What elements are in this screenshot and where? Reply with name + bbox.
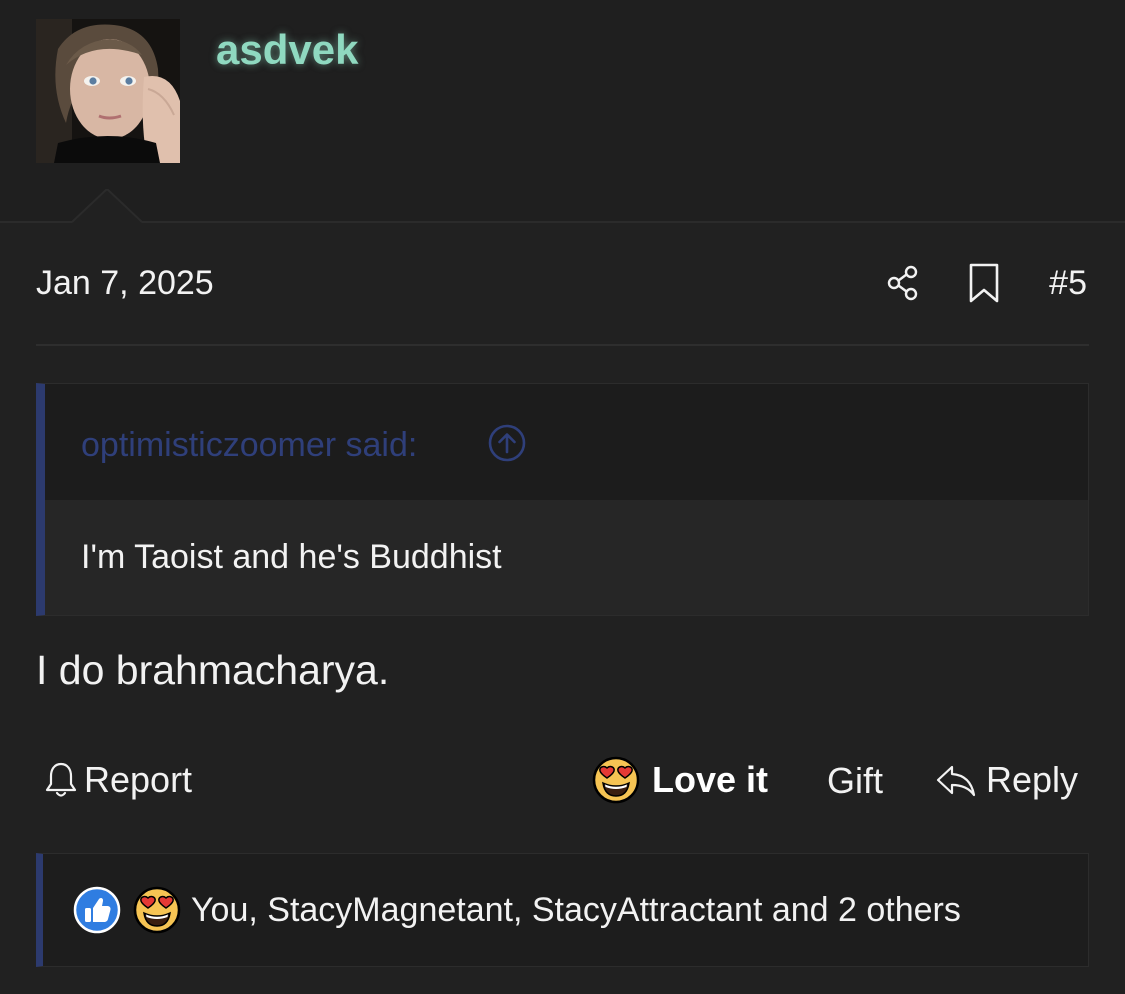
avatar[interactable] <box>36 19 180 163</box>
post-number[interactable]: #5 <box>1049 264 1087 303</box>
gift-button[interactable]: Gift <box>827 760 883 802</box>
header-divider <box>0 221 1125 223</box>
reactions-text: You, StacyMagnetant, StacyAttractant and… <box>191 891 961 929</box>
bookmark-icon[interactable] <box>966 262 1002 304</box>
bell-icon <box>45 762 77 797</box>
love-it-label: Love it <box>652 759 769 800</box>
reply-label: Reply <box>986 759 1079 800</box>
share-icon[interactable] <box>884 264 922 302</box>
reply-arrow-icon <box>936 765 976 797</box>
reactions-summary[interactable]: You, StacyMagnetant, StacyAttractant and… <box>36 853 1089 967</box>
user-header: asdvek <box>0 0 1125 222</box>
heart-eyes-emoji-icon <box>133 886 181 934</box>
arrow-up-circle-icon[interactable] <box>487 423 527 463</box>
username[interactable]: asdvek <box>216 26 358 74</box>
report-label: Report <box>84 759 193 800</box>
reply-button[interactable]: Reply <box>934 757 1078 803</box>
quote-attribution[interactable]: optimisticzoomer said: <box>81 426 417 465</box>
report-button[interactable]: Report <box>44 757 192 803</box>
avatar-image <box>36 19 180 163</box>
post-date[interactable]: Jan 7, 2025 <box>36 264 214 303</box>
quote-header: optimisticzoomer said: <box>45 384 1088 500</box>
heart-eyes-emoji-icon <box>592 756 640 804</box>
quote-block: optimisticzoomer said: I'm Taoist and he… <box>36 383 1089 616</box>
message-pointer <box>72 189 142 223</box>
thumbs-up-icon <box>73 886 121 934</box>
meta-divider <box>36 344 1089 346</box>
love-it-button[interactable]: Love it <box>592 754 768 806</box>
quote-text: I'm Taoist and he's Buddhist <box>81 538 502 576</box>
post-body: I do brahmacharya. <box>36 647 390 693</box>
